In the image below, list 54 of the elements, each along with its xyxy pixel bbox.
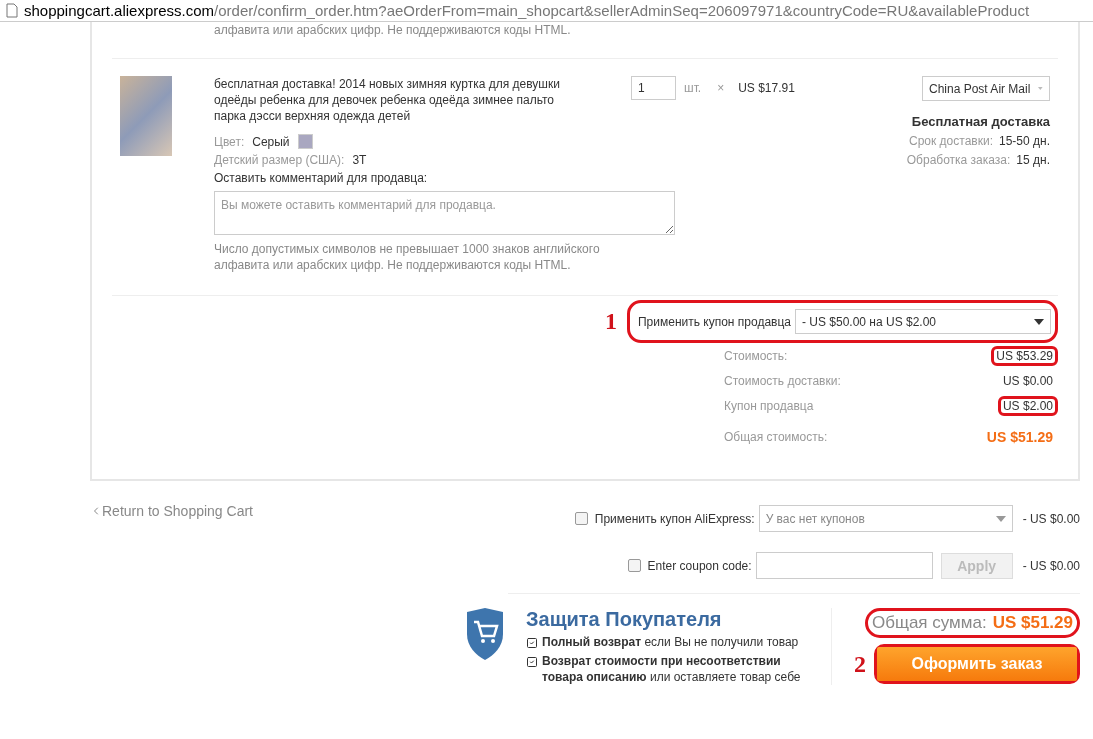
checkmark-icon	[526, 656, 538, 668]
protection-text: Полный возврат если Вы не получили товар	[542, 634, 800, 650]
summary-label: Стоимость доставки:	[724, 373, 841, 388]
unit-price: US $17.91	[738, 81, 795, 95]
unit-label: шт.	[684, 81, 702, 95]
summary-label: Общая стоимость:	[724, 429, 828, 444]
shipping-label: Срок доставки:	[909, 134, 993, 148]
summary-value: US $53.29	[991, 345, 1058, 366]
coupon-code-field[interactable]	[755, 552, 933, 579]
seller-coupon-label: Применить купон продавца	[637, 314, 791, 329]
color-swatch	[297, 134, 313, 149]
protection-title: Защита Покупателя	[526, 608, 723, 631]
shipping-value: 15-50 дн.	[999, 134, 1050, 148]
annotation-number: 2	[854, 650, 866, 678]
coupon-label: Применить купон AliExpress:	[594, 511, 755, 526]
checkbox[interactable]	[574, 512, 588, 525]
attribute-label: Детский размер (США):	[214, 153, 345, 167]
shipping-select[interactable]: China Post Air Mail	[922, 76, 1050, 101]
coupon-amount: - US $0.00	[1022, 558, 1080, 573]
caret-icon	[1038, 86, 1043, 91]
summary-value: US $0.00	[1001, 372, 1054, 390]
caret-icon	[995, 515, 1006, 522]
return-link[interactable]: Return to Shopping Cart	[90, 501, 253, 521]
shipping-label: Обработка заказа:	[906, 153, 1011, 167]
product-title[interactable]: бесплатная доставка! 2014 новых зимняя куртка для девушки одеёды ребенка для девочек ребенка одеёда зимнее пальто парка дэсси верхняя одежда детей	[214, 76, 574, 124]
total-label: Общая сумма:	[871, 613, 987, 633]
shipping-value: 15 дн.	[1016, 153, 1050, 167]
seller-coupon-select[interactable]: - US $50.00 на US $2.00	[795, 309, 1051, 334]
character-limit-note: Число допустимых символов не превышает 1000 знаков английского алфавита или арабских цифр. Не поддерживаются коды HTML.	[214, 241, 601, 273]
checkmark-icon	[526, 637, 538, 649]
summary-label: Купон продавца	[724, 398, 814, 413]
attribute-label: Цвет:	[214, 134, 245, 149]
coupon-amount: - US $0.00	[1022, 511, 1080, 526]
checkbox[interactable]	[627, 559, 641, 572]
attribute-value: Серый	[252, 134, 290, 149]
times-sign: ×	[717, 81, 725, 95]
character-limit-note: алфавита или арабских цифр. Не поддерживаются коды HTML.	[213, 22, 572, 38]
summary-value: US $51.29	[985, 427, 1054, 447]
shield-cart-icon	[464, 608, 506, 660]
quantity-field[interactable]: 1	[631, 76, 676, 100]
coupon-select[interactable]: У вас нет купонов	[758, 505, 1013, 532]
caret-icon	[1034, 318, 1044, 325]
summary-value: US $2.00	[997, 395, 1058, 416]
comment-label: Оставить комментарий для продавца:	[214, 171, 429, 185]
address-url[interactable]: shoppingcart.aliexpress.com/order/confirm_order.htm?aeOrderFrom=main_shopcart&sellerAdminSeq=206097971&countryCode=RU&availableProduct	[24, 2, 1030, 19]
summary-label: Стоимость:	[724, 348, 788, 363]
comment-field[interactable]: Вы можете оставить комментарий для продавца.	[214, 191, 675, 235]
shipping-title: Бесплатная доставка	[911, 114, 1050, 129]
total-value: US $51.29	[992, 613, 1073, 633]
protection-text: Возврат стоимости при несоответствии товара описанию или оставляете товар себе	[542, 653, 802, 685]
attribute-value: 3T	[352, 153, 367, 167]
page-icon	[6, 3, 18, 18]
annotation-number: 1	[604, 308, 617, 335]
coupon-label: Enter coupon code:	[647, 558, 752, 573]
